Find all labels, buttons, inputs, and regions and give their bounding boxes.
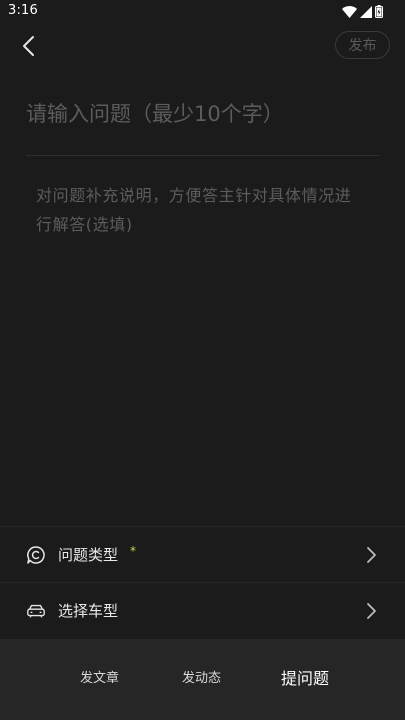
wifi-icon — [342, 5, 357, 18]
question-description-input[interactable]: 对问题补充说明，方便答主针对具体情况进行解答(选填) — [36, 181, 366, 239]
required-star: * — [130, 544, 136, 558]
select-car-row[interactable]: 选择车型 — [0, 582, 405, 638]
signal-icon — [360, 5, 372, 18]
tab-ask-question[interactable]: 提问题 — [281, 665, 329, 689]
question-type-label: 问题类型 — [58, 546, 119, 564]
status-bar: 3:16 — [0, 0, 405, 24]
chat-bubble-icon — [26, 545, 46, 565]
question-type-row[interactable]: 问题类型 * — [0, 526, 405, 582]
status-time: 3:16 — [8, 3, 38, 18]
chevron-right-icon — [367, 602, 376, 619]
chevron-left-icon — [23, 36, 34, 56]
bottom-tab-bar: 发文章 发动态 提问题 — [0, 639, 405, 720]
car-icon — [26, 601, 46, 621]
battery-icon — [375, 5, 383, 18]
select-car-label: 选择车型 — [58, 602, 119, 620]
title-divider — [26, 155, 379, 156]
chevron-right-icon — [367, 546, 376, 563]
publish-button[interactable]: 发布 — [335, 31, 390, 59]
back-button[interactable] — [12, 32, 44, 60]
options-list: 问题类型 * 选择车型 — [0, 526, 405, 638]
question-title-input[interactable]: 请输入问题（最少10个字） — [26, 94, 378, 134]
status-icons — [342, 5, 383, 18]
tab-post-update[interactable]: 发动态 — [182, 667, 221, 686]
tab-post-article[interactable]: 发文章 — [80, 667, 119, 686]
